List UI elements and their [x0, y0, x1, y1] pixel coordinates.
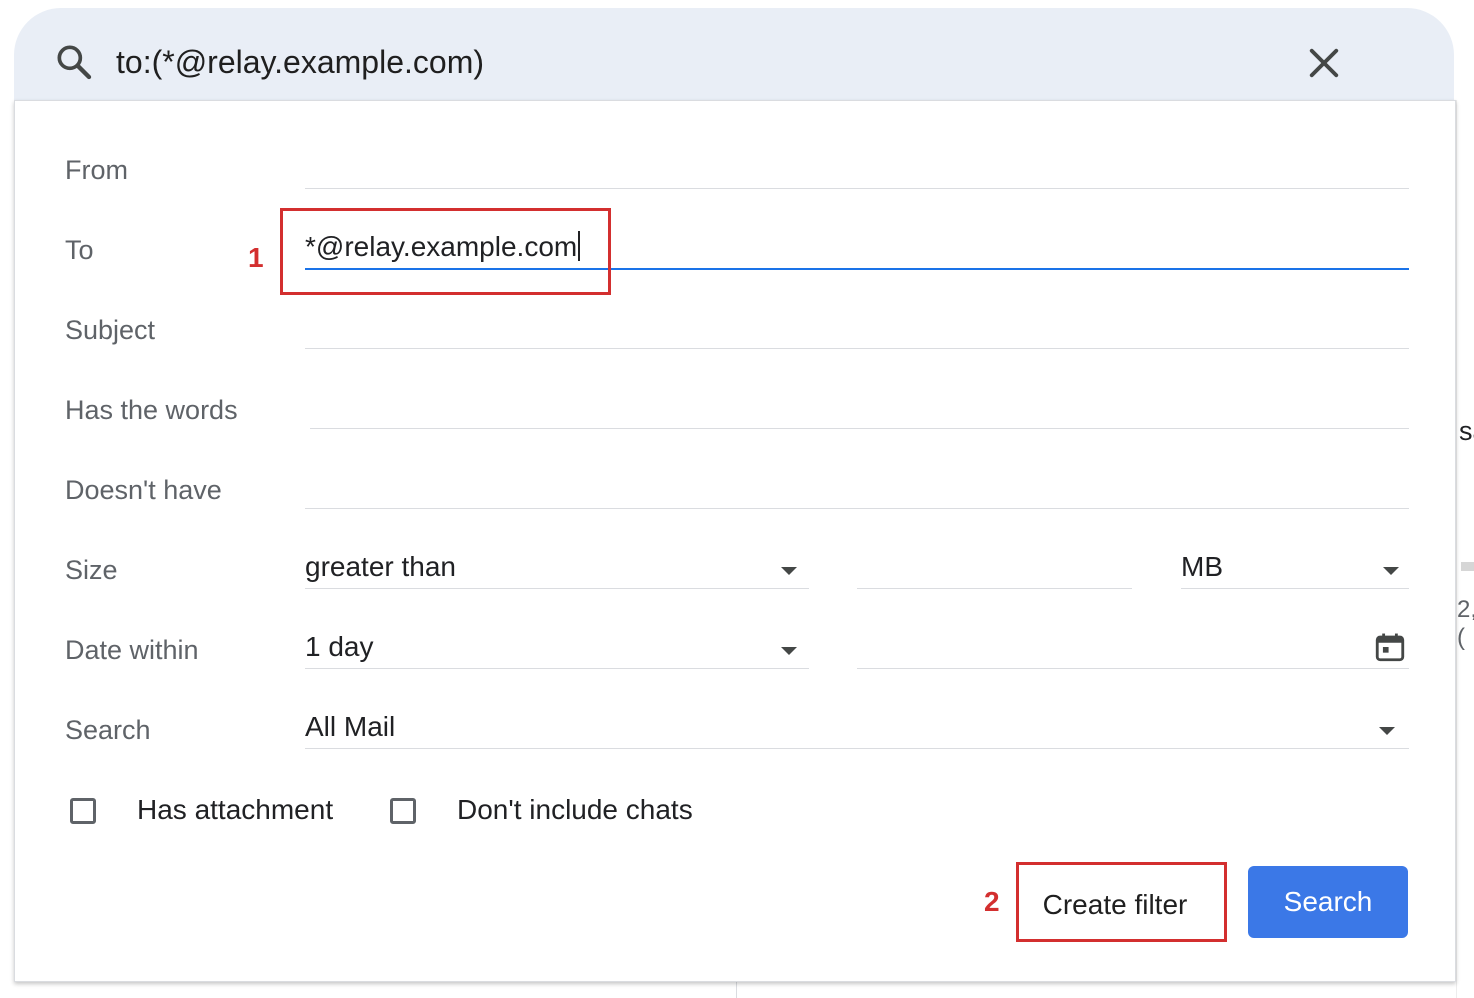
to-label: To — [65, 235, 94, 265]
size-label: Size — [65, 555, 118, 585]
date-within-label: Date within — [65, 635, 199, 665]
annotation-step-1: 1 — [248, 242, 264, 273]
search-bar: to:(*@relay.example.com) — [14, 8, 1454, 102]
annotation-box-to-field — [280, 208, 611, 295]
date-within-value: 1 day — [305, 631, 374, 662]
background-divider-line — [736, 982, 737, 998]
date-within-select[interactable]: 1 day — [305, 629, 809, 669]
from-label: From — [65, 155, 128, 185]
chevron-down-icon — [781, 647, 797, 655]
annotation-box-create-filter — [1016, 862, 1227, 942]
has-words-label: Has the words — [65, 395, 238, 425]
background-text-fragment: 2,( — [1457, 596, 1474, 651]
background-divider — [1461, 562, 1474, 571]
annotation-step-2: 2 — [984, 886, 1000, 917]
size-unit-value: MB — [1181, 551, 1223, 582]
search-in-select[interactable]: All Mail — [305, 709, 1409, 749]
advanced-search-panel: From To *@relay.example.com Subject Has … — [14, 100, 1456, 982]
chevron-down-icon — [1383, 567, 1399, 575]
search-input[interactable]: to:(*@relay.example.com) — [116, 44, 484, 81]
doesnt-have-field[interactable] — [305, 469, 1409, 509]
chevron-down-icon — [781, 567, 797, 575]
no-chats-checkbox[interactable] — [390, 798, 416, 824]
close-icon[interactable] — [1303, 42, 1345, 84]
has-words-field[interactable] — [310, 389, 1409, 429]
search-in-label: Search — [65, 715, 151, 745]
has-attachment-label: Has attachment — [137, 794, 334, 825]
size-comparator-value: greater than — [305, 551, 456, 582]
doesnt-have-label: Doesn't have — [65, 475, 222, 505]
chevron-down-icon — [1379, 727, 1395, 735]
search-icon[interactable] — [54, 42, 94, 82]
has-attachment-checkbox[interactable] — [70, 798, 96, 824]
from-field[interactable] — [305, 149, 1409, 189]
search-in-value: All Mail — [305, 711, 396, 742]
size-amount-input[interactable] — [857, 549, 1132, 589]
size-unit-select[interactable]: MB — [1181, 549, 1409, 589]
no-chats-label: Don't include chats — [457, 794, 693, 825]
size-comparator-select[interactable]: greater than — [305, 549, 809, 589]
subject-label: Subject — [65, 315, 156, 345]
date-input[interactable] — [857, 629, 1409, 669]
search-button[interactable]: Search — [1248, 866, 1408, 938]
subject-field[interactable] — [305, 309, 1409, 349]
background-inbox-peek: sa 2,( — [1456, 100, 1474, 998]
background-text-fragment: sa — [1459, 416, 1474, 446]
calendar-icon[interactable] — [1373, 629, 1407, 665]
